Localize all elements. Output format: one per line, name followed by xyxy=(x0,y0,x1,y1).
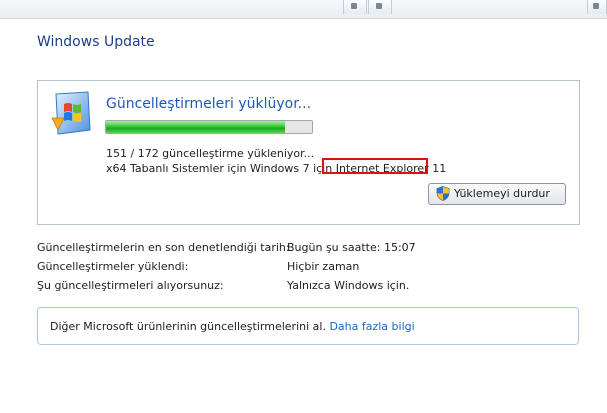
toolbar-icon xyxy=(376,3,382,9)
installed-value: Hiçbir zaman xyxy=(287,260,360,273)
window-top-bar xyxy=(0,0,607,19)
receiving-label: Şu güncelleştirmeleri alıyorsunuz: xyxy=(37,279,224,292)
toolbar-button-2[interactable] xyxy=(368,0,392,14)
other-products-message: Diğer Microsoft ürünlerinin güncelleştir… xyxy=(50,320,330,333)
install-progress-bar xyxy=(105,120,313,134)
highlight-box xyxy=(322,158,428,174)
stop-install-label: Yüklemeyi durdur xyxy=(454,187,550,200)
toolbar-icon xyxy=(351,3,357,9)
progress-fill xyxy=(106,121,286,133)
installed-label: Güncelleştirmeler yüklendi: xyxy=(37,260,189,273)
more-info-link[interactable]: Daha fazla bilgi xyxy=(329,320,414,333)
last-checked-value: Bugün şu saatte: 15:07 xyxy=(287,241,416,254)
toolbar-icon xyxy=(593,3,599,9)
other-products-text: Diğer Microsoft ürünlerinin güncelleştir… xyxy=(50,320,415,333)
other-products-box: Diğer Microsoft ürünlerinin güncelleştir… xyxy=(37,307,579,345)
page-title: Windows Update xyxy=(37,34,155,50)
last-checked-label: Güncelleştirmelerin en son denetlendiği … xyxy=(37,241,290,254)
update-status-panel: Güncelleştirmeleri yüklüyor... 151 / 172… xyxy=(37,80,580,225)
toolbar-button-3[interactable] xyxy=(587,0,607,14)
windows-update-icon xyxy=(51,91,91,135)
stop-install-button[interactable]: Yüklemeyi durdur xyxy=(428,183,566,205)
receiving-value: Yalnızca Windows için. xyxy=(287,279,410,292)
current-update-prefix: x64 Tabanlı Sistemler için Windows 7 içi… xyxy=(106,162,336,175)
toolbar-button-1[interactable] xyxy=(343,0,367,14)
uac-shield-icon xyxy=(436,186,450,201)
status-heading: Güncelleştirmeleri yüklüyor... xyxy=(106,96,312,112)
update-count-text: 151 / 172 güncelleştirme yükleniyor... xyxy=(106,147,315,160)
